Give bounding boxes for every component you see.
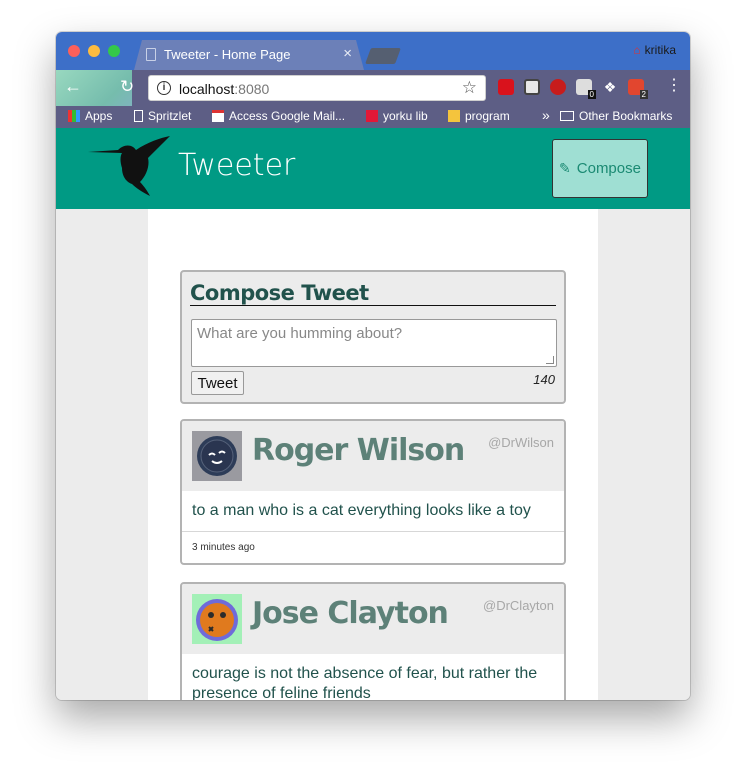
evernote-extension-icon[interactable] — [524, 79, 540, 95]
tweet-footer: 3 minutes ago — [182, 531, 564, 563]
gmail-icon — [212, 110, 224, 122]
bookmark-program[interactable]: program — [448, 109, 510, 123]
tweet-text: to a man who is a cat everything looks l… — [192, 502, 531, 519]
tweet-textarea[interactable]: What are you humming about? — [191, 319, 557, 367]
menu-kebab-icon[interactable]: ⋮ — [666, 75, 682, 95]
drive-icon — [448, 110, 460, 122]
tab-home-page[interactable]: Tweeter - Home Page × — [134, 40, 364, 70]
todoist-extension-icon[interactable]: 2 — [628, 79, 648, 99]
page-icon — [134, 110, 143, 122]
character-counter: 140 — [533, 372, 555, 387]
folder-icon — [560, 111, 574, 121]
extension-badge: 2 — [639, 90, 648, 99]
main-container: Compose Tweet What are you humming about… — [148, 209, 598, 700]
bookmark-spritzlet[interactable]: Spritzlet — [134, 109, 191, 123]
ghostery-extension-icon[interactable]: 0 — [576, 79, 596, 99]
tweet-author-name: Roger Wilson — [252, 433, 465, 468]
tweet-author-name: Jose Clayton — [252, 596, 449, 631]
profile-name: kritika — [644, 43, 676, 57]
compose-tweet-section: Compose Tweet What are you humming about… — [180, 270, 566, 404]
bookmarks-bar: Apps Spritzlet Access Google Mail... yor… — [56, 106, 690, 128]
back-arrow-icon[interactable]: ← — [64, 76, 82, 97]
bookmark-star-icon[interactable]: ☆ — [462, 78, 477, 98]
site-brand[interactable]: Tweeter — [178, 148, 295, 183]
address-bar[interactable]: i localhost:8080 ☆ — [148, 75, 486, 101]
title-bar: Tweeter - Home Page × ⌂ kritika — [56, 32, 690, 70]
tweet-submit-button[interactable]: Tweet — [191, 371, 244, 395]
compose-title: Compose Tweet — [190, 281, 556, 306]
extension-badge: 0 — [587, 90, 596, 99]
profile-icon: ⌂ — [633, 43, 641, 57]
compose-button[interactable]: ✎ Compose — [552, 139, 648, 198]
page-icon — [146, 48, 156, 61]
hummingbird-logo — [88, 136, 170, 196]
bookmark-gmail[interactable]: Access Google Mail... — [212, 109, 345, 123]
dropbox-icon[interactable]: ❖ — [602, 79, 618, 95]
tweet-author-handle: @DrClayton — [483, 598, 554, 613]
window-minimize-button[interactable] — [88, 45, 100, 57]
avatar — [192, 594, 242, 644]
window-close-button[interactable] — [68, 45, 80, 57]
bookmark-yorku-lib[interactable]: yorku lib — [366, 109, 428, 123]
resize-handle[interactable] — [546, 356, 554, 364]
yorku-icon — [366, 110, 378, 122]
tweet-header: Jose Clayton @DrClayton — [182, 584, 564, 654]
window-maximize-button[interactable] — [108, 45, 120, 57]
bookmarks-overflow-icon[interactable]: » — [542, 107, 550, 123]
reload-icon[interactable]: ↻ — [120, 77, 134, 97]
apps-grid-icon — [68, 110, 80, 122]
bookmark-apps[interactable]: Apps — [68, 109, 112, 123]
tweet-textarea-placeholder: What are you humming about? — [197, 325, 403, 342]
info-icon[interactable]: i — [157, 81, 171, 95]
page-viewport: Tweeter ✎ Compose Compose Tweet What are… — [56, 128, 690, 700]
browser-toolbar: ← ↻ i localhost:8080 ☆ 0 ❖ 2 ⋮ — [56, 70, 690, 130]
site-header: Tweeter ✎ Compose — [56, 128, 690, 209]
pencil-square-icon: ✎ — [559, 160, 571, 176]
tab-title: Tweeter - Home Page — [164, 47, 291, 62]
tweet-author-handle: @DrWilson — [488, 435, 554, 450]
bookmark-other-bookmarks[interactable]: Other Bookmarks — [560, 109, 672, 123]
tweet-text: courage is not the absence of fear, but … — [192, 665, 538, 700]
tab-close-icon[interactable]: × — [343, 45, 352, 62]
compose-button-label: Compose — [576, 160, 641, 177]
tweet-timestamp: 3 minutes ago — [192, 542, 255, 553]
new-tab-button[interactable] — [365, 48, 401, 64]
url-text: localhost:8080 — [179, 81, 270, 97]
tweet-card: Jose Clayton @DrClayton courage is not t… — [180, 582, 566, 700]
profile-button[interactable]: ⌂ kritika — [633, 43, 676, 57]
adblock-extension-icon[interactable] — [550, 79, 566, 95]
avatar — [192, 431, 242, 481]
tweet-card: Roger Wilson @DrWilson to a man who is a… — [180, 419, 566, 565]
tweet-header: Roger Wilson @DrWilson — [182, 421, 564, 491]
browser-window: Tweeter - Home Page × ⌂ kritika ← ↻ i lo… — [56, 32, 690, 700]
lastpass-extension-icon[interactable] — [498, 79, 514, 95]
